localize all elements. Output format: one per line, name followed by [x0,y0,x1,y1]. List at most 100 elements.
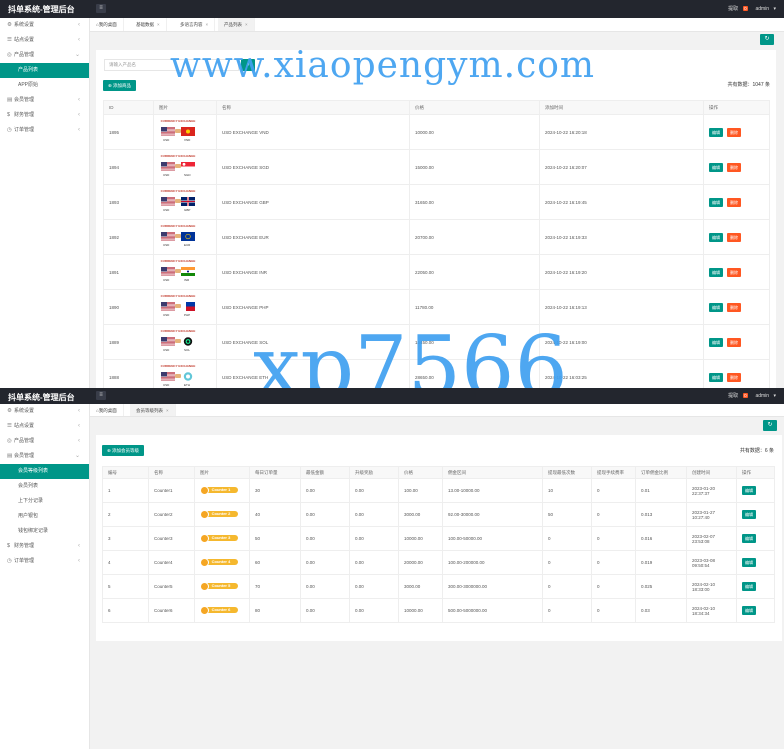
sidebar-item[interactable]: ⚙ 系统设置 ‹ [0,18,89,33]
sidebar-item-label: 上下分记录 [18,498,44,504]
notice-link[interactable]: 提取 0 [725,393,749,399]
sidebar-item[interactable]: 用户银包 [0,509,89,524]
edit-button[interactable]: 编辑 [742,510,756,519]
tab[interactable]: 多语言内容 × [174,18,216,31]
tab[interactable]: ⌂我的桌面 [90,404,124,416]
cell-name: Counter5 [148,574,195,599]
sidebar-item[interactable]: $ 财务管理 ‹ [0,539,89,554]
sidebar-item[interactable]: 产品列表 [0,63,89,78]
tab-label: 产品列表 [224,22,242,27]
cell-image: Counter 5 [194,574,250,599]
cell-time: 2024-10-22 16:19:33 [539,219,704,255]
watermark-code: xp7566 [253,318,568,388]
delete-button[interactable]: 删除 [727,127,741,137]
member-level-table: 编号 名称 图片 每日订单量 最低金额 升级奖励 价格 佣金区间 提现最低次数 提现手续费率 订单佣… [102,466,775,623]
currency-exchange-image: CURRENCY EXCHANGE USD VND [159,119,197,145]
delete-button[interactable]: 删除 [727,372,741,382]
delete-button[interactable]: 删除 [727,232,741,242]
sidebar-item[interactable]: 会员列表 [0,479,89,494]
sidebar-item[interactable]: ☰ 站点设置 ‹ [0,419,89,434]
cell-name: USD EXCHANGE EUR [216,219,410,255]
menu-icon: ☰ [7,423,12,429]
currency-exchange-image: CURRENCY EXCHANGE USD PHP [159,294,197,320]
refresh-button[interactable]: ↻ [763,420,777,431]
menu-toggle-icon[interactable]: ≡ [96,391,106,400]
notice-badge: 0 [742,6,749,11]
close-icon[interactable]: × [206,22,209,27]
sidebar-item-label: 产品列表 [18,67,39,73]
delete-button[interactable]: 删除 [727,197,741,207]
edit-button[interactable]: 编辑 [709,162,723,172]
column-header: 添加时间 [539,100,704,115]
cell-id: 1892 [103,219,154,255]
image-caption: CURRENCY EXCHANGE [160,259,196,263]
edit-button[interactable]: 编辑 [709,197,723,207]
sidebar-item-label: 会员管理 [14,453,35,459]
column-header: ID [103,100,154,115]
sidebar-item[interactable]: ◷ 订单管理 ‹ [0,123,89,138]
close-icon[interactable]: × [157,22,160,27]
edit-button[interactable]: 编辑 [742,534,756,543]
user-menu[interactable]: admin ▾ [752,393,776,399]
delete-button[interactable]: 删除 [727,302,741,312]
sidebar-item-label: 系统设置 [14,408,35,414]
sidebar-item[interactable]: ◷ 订单管理 ‹ [0,554,89,569]
sidebar-item[interactable]: 上下分记录 [0,494,89,509]
edit-button[interactable]: 编辑 [709,232,723,242]
edit-button[interactable]: 编辑 [709,372,723,382]
cell-price: 20700.00 [409,219,540,255]
sidebar-item-label: 会员等级列表 [18,468,49,474]
close-icon[interactable]: × [245,22,248,27]
cell-time: 2023-01-27 10:27:40 [686,502,737,527]
cell-name: USD EXCHANGE VND [216,114,410,150]
cell-image: CURRENCY EXCHANGE USD SGD [153,149,217,185]
delete-button[interactable]: 删除 [727,267,741,277]
app-title: 抖单系统-管理后台 [8,5,75,14]
sidebar-item[interactable]: ▤ 会员管理 ‹ [0,93,89,108]
tab[interactable]: 基础数据 × [130,18,167,31]
tab[interactable]: 产品列表 × [218,18,255,31]
edit-button[interactable]: 编辑 [742,582,756,591]
tab[interactable]: 会员等级列表 × [130,404,176,416]
edit-button[interactable]: 编辑 [742,486,756,495]
sidebar-item[interactable]: 会员等级列表 [0,464,89,479]
cell-actions: 编辑 [736,574,775,599]
edit-button[interactable]: 编辑 [709,127,723,137]
add-member-level-button[interactable]: ⊕ 添加会员等级 [102,445,145,456]
currency-exchange-image: CURRENCY EXCHANGE USD EUR [159,224,197,250]
edit-button[interactable]: 编辑 [742,606,756,615]
sidebar-item[interactable]: ◎ 产品管理 ‹ [0,434,89,449]
menu-toggle-icon[interactable]: ≡ [96,4,106,13]
sidebar-item[interactable]: ☰ 站点设置 ‹ [0,33,89,48]
currency-label: PHP [184,313,191,317]
notice-link[interactable]: 提取 0 [725,6,749,12]
sidebar-item[interactable]: APP原始 [0,78,89,93]
delete-button[interactable]: 删除 [727,337,741,347]
cell-min: 0.00 [300,478,350,503]
tab[interactable]: ⌂我的桌面 [90,18,124,31]
sidebar-item[interactable]: ▤ 会员管理 ⌄ [0,449,89,464]
crown-icon [200,485,209,495]
menu-icon: ◷ [7,558,12,564]
delete-button[interactable]: 删除 [727,162,741,172]
add-product-button[interactable]: ⊕ 添加商品 [103,80,137,91]
cell-id: 1894 [103,149,154,185]
edit-button[interactable]: 编辑 [709,337,723,347]
cell-range: 100.00-200000.00 [442,550,543,575]
sidebar-item[interactable]: ⚙ 系统设置 ‹ [0,404,89,419]
notice-label: 提取 [728,393,739,399]
edit-button[interactable]: 编辑 [709,267,723,277]
sidebar-item[interactable]: $ 财务管理 ‹ [0,108,89,123]
refresh-button[interactable]: ↻ [760,34,774,45]
flag-icon [181,232,195,241]
cell-fee: 0 [591,574,636,599]
app-title: 抖单系统-管理后台 [8,393,75,402]
edit-button[interactable]: 编辑 [709,302,723,312]
close-icon[interactable]: × [166,408,169,413]
cell-actions: 编辑 [736,550,775,575]
user-menu[interactable]: admin ▾ [752,6,776,12]
sidebar-item[interactable]: ◎ 产品管理 ⌄ [0,48,89,63]
sidebar-item[interactable]: 钱包绑定记录 [0,524,89,539]
cell-time: 2024-10-22 16:19:20 [539,254,704,290]
edit-button[interactable]: 编辑 [742,558,756,567]
